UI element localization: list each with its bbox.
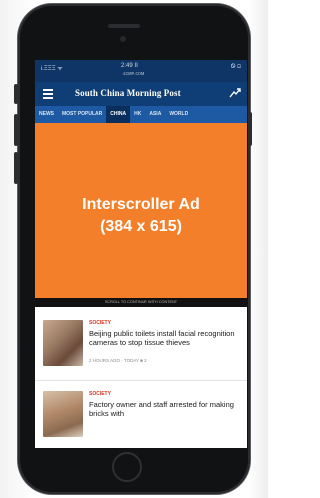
tab-news[interactable]: NEWS	[35, 106, 58, 123]
ad-scroll-strip: SCROLL TO CONTINUE WITH CONTENT	[35, 298, 247, 307]
home-button[interactable]	[112, 452, 142, 482]
tab-china[interactable]: CHINA	[106, 106, 131, 123]
list-item[interactable]: SOCIETY Beijing public toilets install f…	[35, 310, 247, 376]
earpiece-speaker	[108, 24, 140, 28]
article-thumbnail	[43, 320, 83, 366]
status-url: ꜱᴄᴍᴘ.ᴄᴏᴍ	[123, 71, 145, 77]
background-right	[248, 0, 268, 498]
menu-icon[interactable]	[43, 89, 53, 99]
article-headline[interactable]: Beijing public toilets install facial re…	[89, 329, 239, 347]
tab-world[interactable]: WORLD	[165, 106, 192, 123]
list-item[interactable]: SOCIETY Factory owner and staff arrested…	[35, 380, 247, 447]
volume-down-button	[14, 152, 18, 184]
status-time: 2:49 ⅠⅠ	[121, 63, 138, 69]
section-tabs: NEWS MOST POPULAR CHINA HK ASIA WORLD	[35, 106, 247, 123]
battery-indicator: Ꮻ ⊡	[230, 64, 241, 70]
article-meta: 2 HOURS AGO · TODAY ■ 2	[89, 358, 147, 363]
tab-most-popular[interactable]: MOST POPULAR	[58, 106, 106, 123]
ad-title: Interscroller Ad	[82, 196, 200, 213]
app-header: South China Morning Post	[35, 82, 247, 106]
tab-asia[interactable]: ASIA	[145, 106, 165, 123]
article-thumbnail	[43, 391, 83, 437]
app-title: South China Morning Post	[75, 88, 181, 98]
power-button	[248, 112, 252, 146]
mute-switch	[14, 84, 18, 104]
front-camera	[120, 36, 126, 42]
status-bar: Ꭵ.ΞΞΞ ᯤ 2:49 ⅠⅠ ꜱᴄᴍᴘ.ᴄᴏᴍ Ꮻ ⊡	[35, 60, 247, 82]
ad-size: (384 x 615)	[100, 218, 182, 235]
tab-hk[interactable]: HK	[130, 106, 145, 123]
carrier-signal: Ꭵ.ΞΞΞ ᯤ	[41, 66, 63, 72]
interscroller-ad[interactable]: Interscroller Ad (384 x 615)	[35, 123, 247, 298]
phone-screen: Ꭵ.ΞΞΞ ᯤ 2:49 ⅠⅠ ꜱᴄᴍᴘ.ᴄᴏᴍ Ꮻ ⊡ South China…	[35, 60, 247, 448]
trend-icon[interactable]	[229, 88, 241, 98]
article-tag: SOCIETY	[89, 320, 111, 326]
volume-up-button	[14, 114, 18, 146]
article-tag: SOCIETY	[89, 391, 111, 397]
article-headline[interactable]: Factory owner and staff arrested for mak…	[89, 400, 239, 418]
